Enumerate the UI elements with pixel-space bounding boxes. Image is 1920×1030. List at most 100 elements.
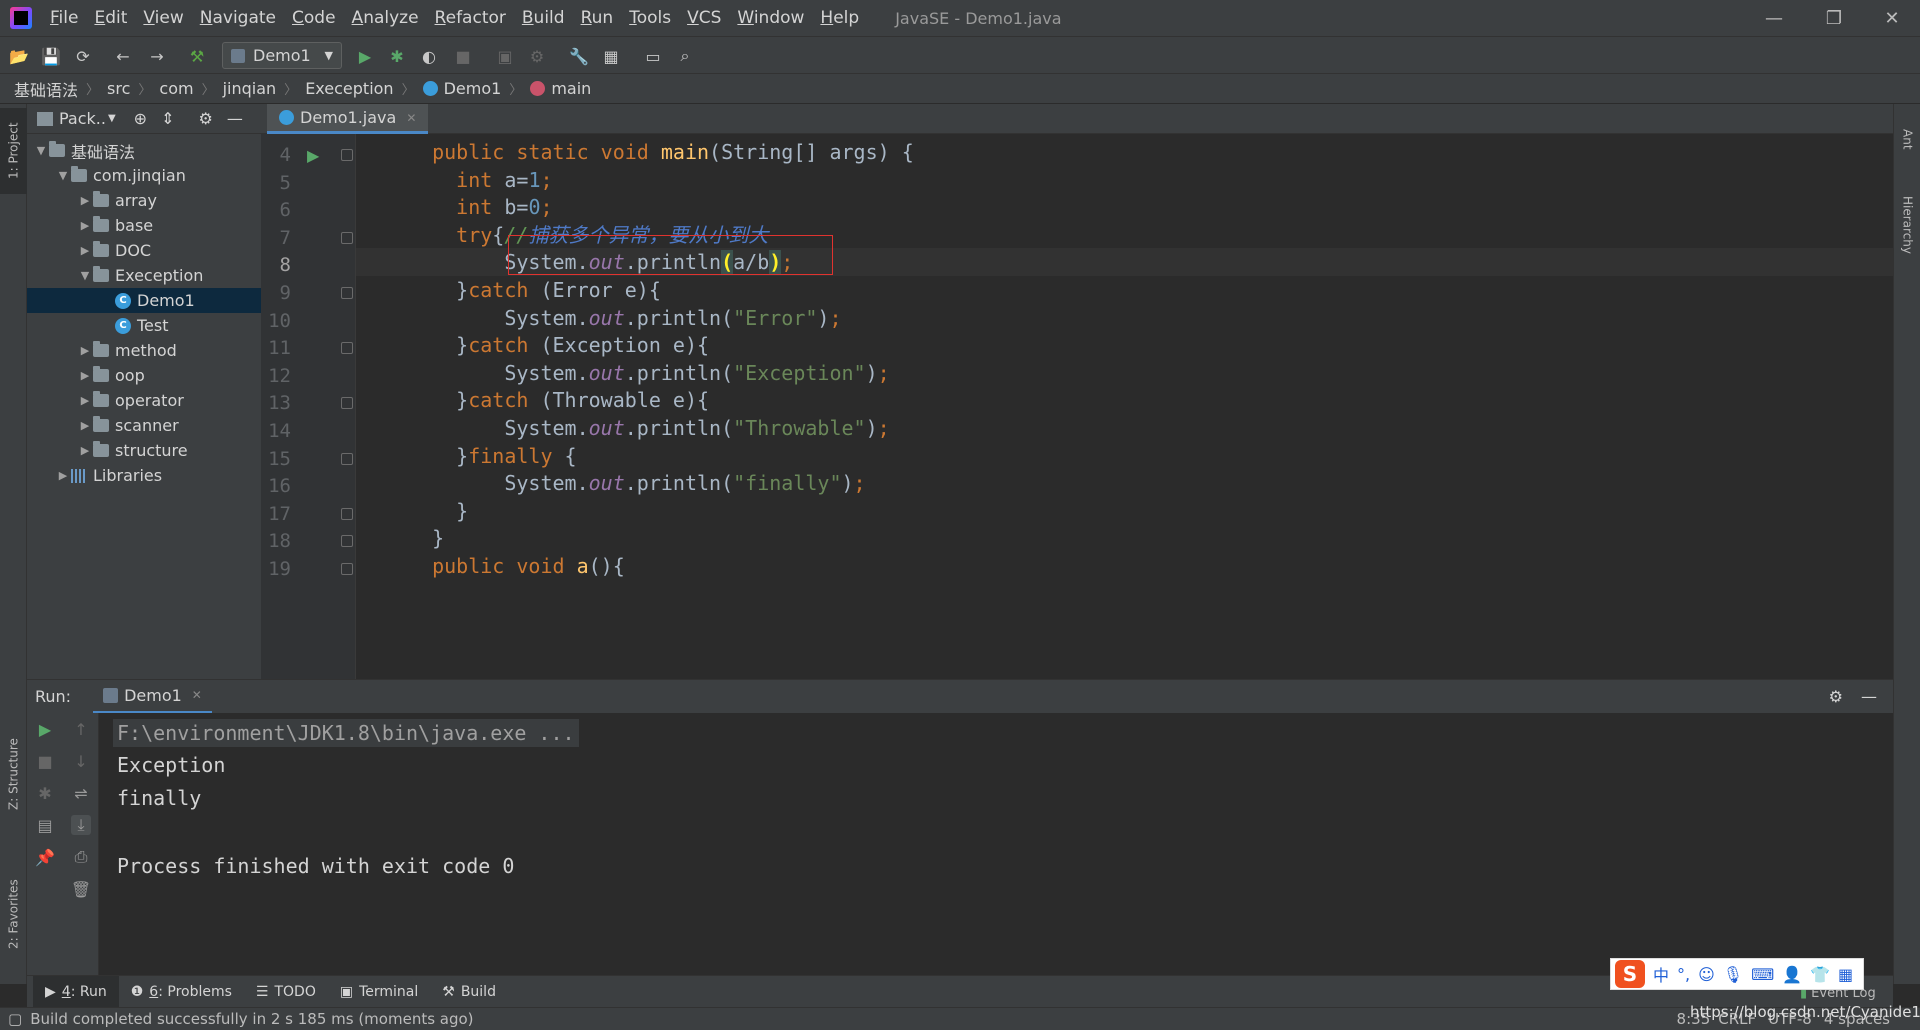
menu-item-refactor[interactable]: Refactor (427, 8, 514, 28)
project-view-dropdown[interactable]: Pack.. (59, 109, 106, 128)
breadcrumb-item-src[interactable]: src (107, 79, 130, 98)
sogou-logo-icon[interactable]: S (1615, 960, 1645, 988)
tree-item-com-jinqian[interactable]: ▼ com.jinqian (27, 163, 261, 188)
chevron-down-icon[interactable]: ▼ (55, 169, 71, 182)
tree-item-base[interactable]: ▶ base (27, 213, 261, 238)
gear-debug-icon[interactable]: ⚙ (526, 45, 548, 67)
locate-icon[interactable]: ⊕ (134, 109, 147, 128)
code-line[interactable]: System.out.println("Error"); (356, 304, 1893, 332)
console-output[interactable]: F:\environment\JDK1.8\bin\java.exe ... E… (99, 713, 1893, 975)
fold-marker-icon[interactable] (341, 507, 353, 520)
arrow-down-icon[interactable]: ↓ (71, 751, 91, 771)
code-line[interactable]: System.out.println("Exception"); (356, 359, 1893, 387)
breadcrumb-item-demo1[interactable]: Demo1 (444, 79, 502, 98)
chevron-right-icon[interactable]: ▶ (77, 344, 93, 357)
collapse-all-icon[interactable]: ⇕ (161, 109, 174, 128)
code-line[interactable]: public static void main(String[] args) { (356, 138, 1893, 166)
tree-item-demo1[interactable]: C Demo1 (27, 288, 261, 313)
tree-item-exeception[interactable]: ▼ Exeception (27, 263, 261, 288)
chevron-right-icon[interactable]: ▶ (77, 419, 93, 432)
favorites-tool-tab[interactable]: 2: Favorites (0, 864, 27, 964)
code-line[interactable]: } (356, 497, 1893, 525)
chevron-right-icon[interactable]: ▶ (77, 244, 93, 257)
menu-item-navigate[interactable]: Navigate (192, 8, 284, 28)
chevron-right-icon[interactable]: ▶ (77, 369, 93, 382)
fold-marker-icon[interactable] (341, 563, 353, 575)
run-tab-demo1[interactable]: Demo1 ✕ (93, 680, 212, 714)
stop-icon[interactable]: ■ (452, 45, 474, 67)
mic-icon[interactable]: 🎙 (1723, 965, 1743, 984)
breadcrumb-item-jinqian[interactable]: jinqian (223, 79, 277, 98)
code-line[interactable]: }catch (Throwable e){ (356, 386, 1893, 414)
status-message[interactable]: Build completed successfully in 2 s 185 … (30, 1010, 473, 1028)
fold-marker-icon[interactable] (341, 535, 353, 548)
tool-tab-build[interactable]: ⚒ Build (430, 976, 508, 1008)
build-hammer-icon[interactable]: ⚒ (186, 45, 208, 67)
code-line[interactable]: }finally { (356, 442, 1893, 470)
close-window-button[interactable]: ✕ (1864, 0, 1920, 36)
ime-mode[interactable]: 中 (1653, 962, 1669, 986)
search-icon[interactable]: ⌕ (674, 45, 696, 67)
gear-icon[interactable]: ⚙ (198, 109, 212, 128)
breadcrumb-item-module[interactable]: 基础语法 (14, 77, 78, 101)
stop-icon[interactable]: ■ (35, 751, 55, 771)
line-number[interactable]: 19 (261, 552, 291, 586)
tree-item-operator[interactable]: ▶ operator (27, 388, 261, 413)
forward-icon[interactable]: → (146, 45, 168, 67)
code-line[interactable]: int b=0; (356, 193, 1893, 221)
code-line[interactable]: System.out.println("finally"); (356, 469, 1893, 497)
chevron-right-icon[interactable]: ▶ (77, 394, 93, 407)
tree-item-test[interactable]: C Test (27, 313, 261, 338)
arrow-up-icon[interactable]: ↑ (71, 719, 91, 739)
keyboard-icon[interactable]: ⌨ (1751, 965, 1774, 984)
ime-punctuation[interactable]: °, (1677, 965, 1690, 984)
tool-tab-terminal[interactable]: ▣ Terminal (328, 976, 430, 1008)
hierarchy-tool-tab[interactable]: Hierarchy (1894, 180, 1920, 270)
menu-item-tools[interactable]: Tools (621, 8, 679, 28)
restore-button[interactable]: ❐ (1806, 0, 1862, 36)
chevron-right-icon[interactable]: ▶ (77, 219, 93, 232)
fold-marker-icon[interactable] (341, 287, 353, 299)
menu-item-view[interactable]: View (135, 8, 191, 28)
fold-marker-icon[interactable] (341, 149, 353, 161)
wrench-icon[interactable]: 🔧 (568, 45, 590, 67)
run-config-dropdown[interactable]: Demo1 ▼ (222, 42, 342, 69)
skin-icon[interactable]: 👕 (1810, 965, 1830, 984)
close-tab-icon[interactable]: ✕ (406, 111, 416, 125)
chevron-right-icon[interactable]: ▶ (55, 469, 71, 482)
run-icon[interactable]: ▶ (354, 45, 376, 67)
back-icon[interactable]: ← (112, 45, 134, 67)
ant-tool-tab[interactable]: Ant (1894, 114, 1920, 164)
code-line[interactable]: System.out.println("Throwable"); (356, 414, 1893, 442)
grid-icon[interactable]: ▦ (1838, 965, 1853, 984)
toggle-tool-windows-icon[interactable]: ▢ (8, 1010, 22, 1028)
project-structure-icon[interactable]: ▦ (600, 45, 622, 67)
debug-icon[interactable]: ✱ (35, 783, 55, 803)
chevron-down-icon[interactable]: ▼ (33, 144, 49, 157)
layout-icon[interactable]: ▤ (35, 815, 55, 835)
attach-icon[interactable]: ▣ (494, 45, 516, 67)
tree-item-module[interactable]: ▼ 基础语法 (27, 138, 261, 163)
user-icon[interactable]: 👤 (1782, 965, 1802, 984)
scroll-to-end-icon[interactable]: ⤓ (71, 815, 91, 835)
tab-demo1-java[interactable]: Demo1.java ✕ (267, 104, 429, 134)
tool-tab-problems[interactable]: ❶ 6: Problems (119, 976, 244, 1008)
breadcrumb-item-main[interactable]: main (551, 79, 591, 98)
code-editor[interactable]: ⚠ 1 ︿ ﹀ public static void main(String[]… (356, 134, 1893, 679)
hide-icon[interactable]: — (1861, 687, 1877, 706)
sync-icon[interactable]: ⟳ (72, 45, 94, 67)
menu-item-window[interactable]: Window (729, 8, 812, 28)
menu-item-file[interactable]: File (42, 8, 86, 28)
tree-item-doc[interactable]: ▶ DOC (27, 238, 261, 263)
run-gutter-icon[interactable]: ▶ (307, 146, 319, 165)
save-all-icon[interactable]: 💾 (40, 45, 62, 67)
tree-item-libraries[interactable]: ▶ Libraries (27, 463, 261, 488)
menu-item-analyze[interactable]: Analyze (344, 8, 427, 28)
print-icon[interactable]: ⎙ (71, 847, 91, 867)
menu-item-vcs[interactable]: VCS (679, 8, 729, 28)
tree-item-method[interactable]: ▶ method (27, 338, 261, 363)
hide-icon[interactable]: — (227, 109, 243, 128)
pin-icon[interactable]: 📌 (35, 847, 55, 867)
structure-tool-tab[interactable]: Z: Structure (0, 724, 27, 824)
code-line[interactable]: int a=1; (356, 166, 1893, 194)
